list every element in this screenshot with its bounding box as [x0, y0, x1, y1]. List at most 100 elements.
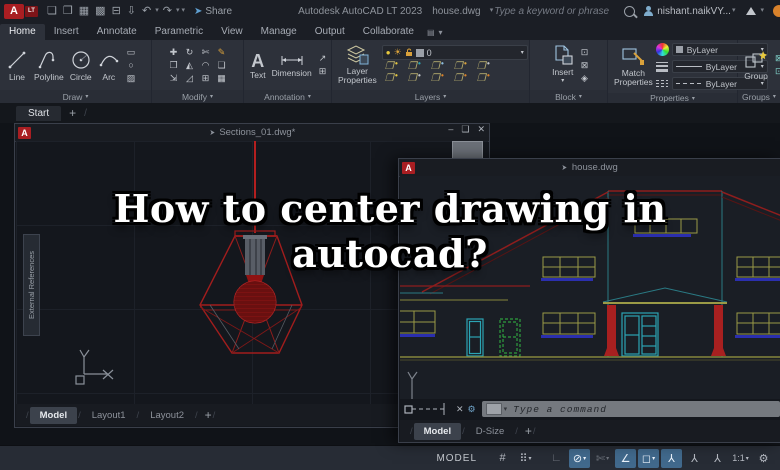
panel-label-draw[interactable]: Draw ▾	[0, 90, 151, 103]
command-input[interactable]: Type a command	[513, 404, 607, 415]
tab-layout2[interactable]: Layout2	[140, 407, 194, 424]
line-tool-button[interactable]: Line	[3, 49, 31, 82]
table-tool-icon[interactable]: ⊞	[319, 65, 327, 78]
scale-tool-icon[interactable]: ◿	[183, 72, 197, 85]
share-button[interactable]: Share	[205, 6, 232, 17]
tab-home[interactable]: Home	[0, 24, 45, 40]
search-scope-caret-icon[interactable]: ▾	[490, 0, 494, 22]
polyline-tool-button[interactable]: Polyline	[31, 49, 67, 82]
layer-properties-button[interactable]: Layer Properties	[335, 45, 380, 85]
fillet-tool-icon[interactable]: ◠	[199, 59, 213, 72]
tab-collaborate[interactable]: Collaborate	[354, 24, 423, 40]
move-tool-icon[interactable]: ✚	[167, 46, 181, 59]
tab-insert[interactable]: Insert	[45, 24, 88, 40]
customization-gear-icon[interactable]: ⚙	[753, 449, 774, 468]
new-file-icon[interactable]: ❏	[47, 0, 57, 22]
layer-unlock-tool-icon[interactable]: ❐ •	[428, 71, 444, 85]
redo-caret-icon[interactable]: ▾	[176, 0, 180, 22]
tab-view[interactable]: View	[212, 24, 252, 40]
object-snap-toggle-icon[interactable]: ◻ ▾	[638, 448, 659, 468]
ortho-mode-toggle-icon[interactable]: ∟	[546, 449, 567, 468]
tab-model[interactable]: Model	[29, 406, 78, 424]
grid-display-toggle-icon[interactable]: #	[492, 449, 513, 468]
match-properties-button[interactable]: Match Properties	[611, 47, 656, 87]
command-line[interactable]: ▾ Type a command	[481, 401, 780, 417]
dimension-tool-button[interactable]: Dimension	[269, 53, 315, 78]
copy-tool-icon[interactable]: ❐	[167, 59, 181, 72]
text-tool-button[interactable]: A Text	[247, 51, 269, 80]
edit-block-tool-icon[interactable]: ⊠	[581, 59, 589, 72]
autodesk-menu-caret-icon[interactable]: ▾	[760, 0, 764, 22]
layer-on-all-tool-icon[interactable]: ❐ •	[382, 71, 398, 85]
tab-annotate[interactable]: Annotate	[88, 24, 146, 40]
annotation-scale-value[interactable]: 1:1 ▾	[730, 449, 751, 468]
customize-qat-caret-icon[interactable]: ▾	[181, 0, 185, 22]
plot-icon[interactable]: ⊟	[112, 0, 121, 22]
array-tool-icon[interactable]: ⊞	[199, 72, 213, 85]
close-icon[interactable]: ✕	[477, 124, 485, 135]
rectangle-tool-icon[interactable]: ▭	[127, 46, 136, 59]
tab-parametric[interactable]: Parametric	[146, 24, 212, 40]
autodesk-logo-icon[interactable]	[746, 7, 757, 15]
circle-tool-button[interactable]: Circle	[67, 49, 95, 82]
object-snap-tracking-toggle-icon[interactable]: ∠	[615, 448, 636, 468]
stretch-tool-icon[interactable]: ⇲	[167, 72, 181, 85]
command-customize-icon[interactable]: ⚙	[468, 404, 476, 415]
mirror-tool-icon[interactable]: ◭	[183, 59, 197, 72]
maximize-icon[interactable]: ❑	[461, 124, 469, 135]
ribbon-display-toggle-icon[interactable]: ▤	[427, 28, 435, 40]
command-close-icon[interactable]: ✕	[456, 404, 464, 415]
tab-d-size[interactable]: D-Size	[466, 423, 515, 440]
create-block-tool-icon[interactable]: ⊡	[581, 46, 589, 59]
panel-label-properties[interactable]: Properties ▾	[608, 93, 737, 103]
isodraft-toggle-icon[interactable]: ✄ ▾	[592, 449, 613, 468]
leader-tool-icon[interactable]: ↗	[319, 52, 327, 65]
arc-tool-button[interactable]: Arc	[95, 49, 123, 82]
autocad-logo-icon[interactable]: A	[4, 3, 24, 19]
undo-icon[interactable]: ↶	[142, 0, 151, 22]
new-drawing-tab-button[interactable]: +	[69, 106, 76, 120]
ribbon-display-caret-icon[interactable]: ▾	[439, 28, 443, 40]
annotation-visibility-toggle-icon[interactable]: ⅄	[661, 448, 682, 468]
polar-tracking-toggle-icon[interactable]: ⊘ ▾	[569, 448, 590, 468]
tab-manage[interactable]: Manage	[252, 24, 306, 40]
panel-label-annotation[interactable]: Annotation ▾	[244, 90, 331, 103]
hatch-tool-icon[interactable]: ▨	[127, 72, 136, 85]
trim-tool-icon[interactable]: ✄	[199, 46, 213, 59]
panel-label-layers[interactable]: Layers ▾	[332, 90, 529, 103]
insert-block-button[interactable]: Insert ▾	[549, 44, 577, 86]
autoscale-toggle-icon[interactable]: ⅄	[684, 449, 705, 468]
group-button[interactable]: Group	[741, 50, 771, 81]
ellipse-tool-icon[interactable]: ○	[127, 59, 136, 72]
snap-mode-toggle-icon[interactable]: ⠿ ▾	[515, 449, 536, 468]
offset-tool-icon[interactable]: ❏	[215, 59, 229, 72]
erase-tool-icon[interactable]: ✎	[215, 46, 229, 59]
add-layout-button[interactable]: +	[205, 408, 212, 422]
panel-label-block[interactable]: Block ▾	[530, 90, 607, 103]
tab-layout1[interactable]: Layout1	[82, 407, 136, 424]
sections-window-titlebar[interactable]: A ➤ Sections_01.dwg* – ❑ ✕	[15, 124, 489, 142]
model-space-indicator[interactable]: MODEL	[436, 453, 477, 464]
search-icon[interactable]	[624, 5, 636, 17]
layer-select[interactable]: ● ☀ 0 ▾	[381, 45, 528, 60]
layer-walk-tool-icon[interactable]: ❐ •	[474, 71, 490, 85]
export-icon[interactable]: ⇩	[127, 0, 136, 22]
group-edit-tool-icon[interactable]: ⊡	[775, 65, 780, 78]
add-layout-button[interactable]: +	[525, 424, 532, 438]
explode-tool-icon[interactable]: ▦	[215, 72, 229, 85]
user-menu-caret-icon[interactable]: ▾	[732, 0, 736, 22]
share-icon[interactable]: ➤	[194, 6, 202, 17]
scrollbar-thumb[interactable]	[452, 141, 483, 159]
user-avatar-icon[interactable]	[643, 6, 654, 16]
house-window-titlebar[interactable]: A ➤ house.dwg	[399, 159, 780, 177]
layer-thaw-tool-icon[interactable]: ❐ •	[405, 71, 421, 85]
undo-caret-icon[interactable]: ▾	[155, 0, 159, 22]
open-file-icon[interactable]: ❒	[63, 0, 73, 22]
tab-model[interactable]: Model	[413, 422, 462, 440]
annotation-scale-icon[interactable]: ⅄	[707, 449, 728, 468]
notification-badge-icon[interactable]	[773, 5, 780, 17]
save-icon[interactable]: ▦	[79, 0, 89, 22]
ungroup-tool-icon[interactable]: ⊠	[775, 52, 780, 65]
signed-in-user[interactable]: nishant.naikVY...	[657, 6, 731, 17]
panel-label-groups[interactable]: Groups ▾	[738, 90, 780, 103]
